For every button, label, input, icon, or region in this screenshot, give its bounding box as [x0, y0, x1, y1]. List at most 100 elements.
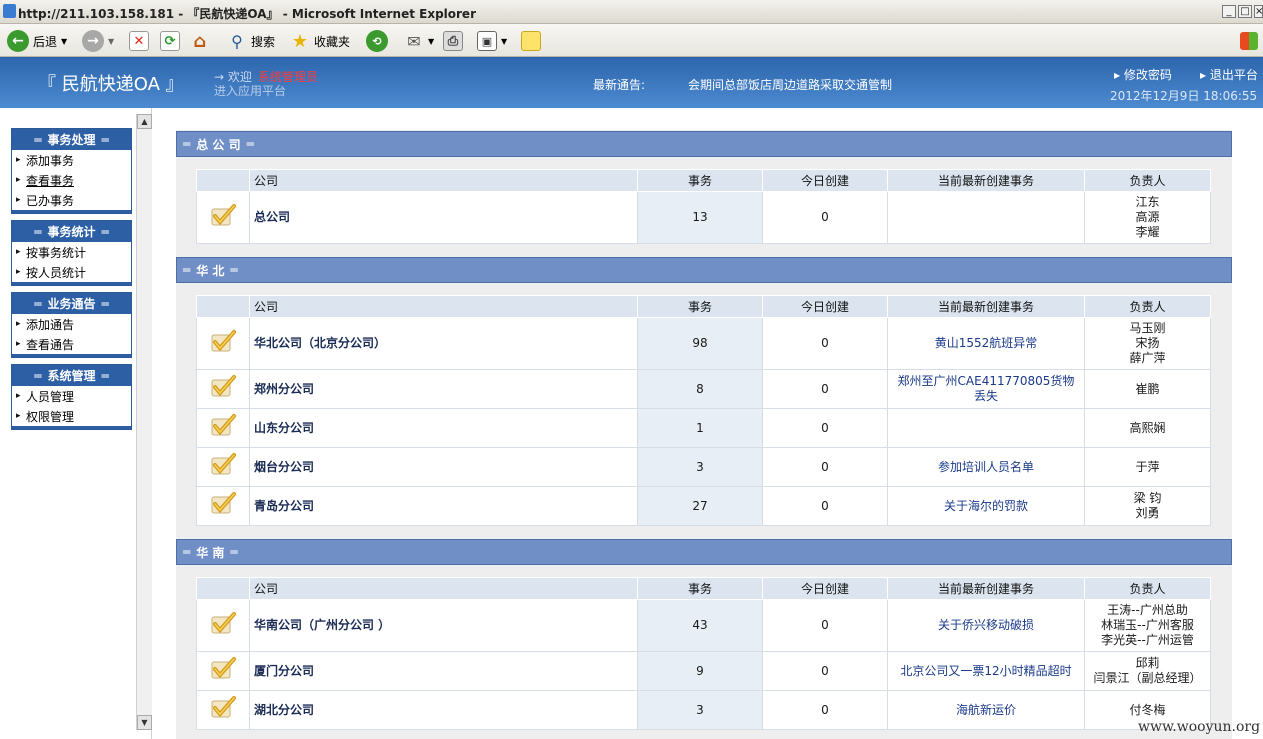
- owner-name: 李光英--广州运管: [1101, 633, 1194, 647]
- home-button[interactable]: ⌂: [190, 29, 210, 53]
- bar-decor-icon: ═: [230, 545, 238, 559]
- menu-item-add-affair[interactable]: 添加事务: [12, 150, 131, 170]
- windows-flag-icon: [1240, 32, 1258, 50]
- checkmark-icon: [209, 695, 237, 721]
- menu-item-add-notice[interactable]: 添加通告: [12, 314, 131, 334]
- column-header: 事务: [637, 577, 763, 600]
- owner-name: 梁 钧: [1133, 491, 1162, 505]
- table-header-row: 公司 事务 今日创建 当前最新创建事务 负责人: [196, 577, 1211, 600]
- dropdown-arrow-icon: ▼: [108, 36, 115, 46]
- company-name-link[interactable]: 总公司: [249, 191, 638, 244]
- owner-name: 宋扬: [1135, 336, 1160, 350]
- company-name-link[interactable]: 郑州分公司: [249, 369, 638, 409]
- notice-label: 最新通告:: [593, 78, 646, 92]
- menu-item-permissions[interactable]: 权限管理: [12, 406, 131, 426]
- latest-affair-link[interactable]: [887, 191, 1085, 244]
- row-icon-cell: [196, 317, 250, 370]
- company-name-link[interactable]: 烟台分公司: [249, 447, 638, 487]
- mail-button[interactable]: ✉ ▼: [404, 29, 434, 53]
- section-title: 华 南: [196, 545, 225, 560]
- menu-item-done-affair[interactable]: 已办事务: [12, 190, 131, 210]
- row-icon-cell: [196, 599, 250, 652]
- app-header: 『 民航快递OA 』 → 欢迎 系统管理员 进入应用平台 最新通告: 会期间总部饭…: [0, 57, 1263, 108]
- enter-platform-link[interactable]: 进入应用平台: [214, 82, 286, 99]
- company-name-link[interactable]: 厦门分公司: [249, 651, 638, 691]
- mail-icon: ✉: [407, 31, 421, 51]
- row-icon-cell: [196, 408, 250, 448]
- row-icon-cell: [196, 369, 250, 409]
- minimize-button[interactable]: _: [1222, 5, 1236, 18]
- owner-list: 江东 高源 李耀: [1084, 191, 1211, 244]
- checkmark-icon: [209, 374, 237, 400]
- print-button[interactable]: ⎙: [443, 29, 463, 53]
- back-button[interactable]: ← 后退 ▼: [7, 29, 67, 53]
- search-button[interactable]: ⚲ 搜索: [227, 29, 275, 53]
- menu-system: ═系统管理═ 人员管理 权限管理: [11, 364, 132, 430]
- company-name-link[interactable]: 青岛分公司: [249, 486, 638, 526]
- notes-button[interactable]: [521, 29, 541, 53]
- today-created: 0: [762, 486, 888, 526]
- maximize-button[interactable]: □: [1238, 5, 1252, 18]
- company-name-link[interactable]: 湖北分公司: [249, 690, 638, 730]
- table-row: 郑州分公司 8 0 郑州至广州CAE411770805货物丢失 崔鹏: [196, 369, 1211, 409]
- table-row: 厦门分公司 9 0 北京公司又一票12小时精品超时 邱莉 闫景江（副总经理）: [196, 651, 1211, 691]
- company-name-link[interactable]: 山东分公司: [249, 408, 638, 448]
- favorites-button[interactable]: ★ 收藏夹: [290, 29, 350, 53]
- scroll-down-icon[interactable]: ▼: [137, 715, 152, 730]
- section-title: 总 公 司: [196, 137, 241, 152]
- latest-affair-link[interactable]: 郑州至广州CAE411770805货物丢失: [887, 369, 1085, 409]
- affair-count: 98: [637, 317, 763, 370]
- latest-affair-link[interactable]: 关于海尔的罚款: [887, 486, 1085, 526]
- company-name-link[interactable]: 华南公司（广州分公司 ）: [249, 599, 638, 652]
- menu-item-users[interactable]: 人员管理: [12, 386, 131, 406]
- menu-item-view-affair[interactable]: 查看事务: [12, 170, 131, 190]
- edit-button[interactable]: ▣ ▼: [477, 29, 507, 53]
- latest-affair-link[interactable]: 黄山1552航班异常: [887, 317, 1085, 370]
- stop-button[interactable]: ✕: [129, 29, 149, 53]
- window-title: http://211.103.158.181 - 『民航快递OA』 - Micr…: [18, 7, 476, 21]
- menu-affairs: ═事务处理═ 添加事务 查看事务 已办事务: [11, 128, 132, 214]
- section-title-bar: ═ 华 南 ═: [176, 539, 1232, 565]
- menu-item-by-affair[interactable]: 按事务统计: [12, 242, 131, 262]
- main-scrollbar[interactable]: [1252, 108, 1263, 739]
- menu-item-view-notice[interactable]: 查看通告: [12, 334, 131, 354]
- column-header: 今日创建: [762, 295, 888, 318]
- company-name-link[interactable]: 华北公司（北京分公司）: [249, 317, 638, 370]
- menu-item-by-person[interactable]: 按人员统计: [12, 262, 131, 282]
- windows-logo: [1240, 29, 1258, 53]
- affair-count: 8: [637, 369, 763, 409]
- latest-affair-link[interactable]: [887, 408, 1085, 448]
- app-brand: 『 民航快递OA 』: [38, 74, 184, 95]
- menu-header: ═ 业务通告 ═: [12, 293, 131, 314]
- today-created: 0: [762, 447, 888, 487]
- latest-affair-link[interactable]: 关于侨兴移动破损: [887, 599, 1085, 652]
- section-title-bar: ═ 华 北 ═: [176, 257, 1232, 283]
- change-password-link[interactable]: ▸ 修改密码: [1114, 66, 1172, 83]
- column-header: 当前最新创建事务: [887, 295, 1085, 318]
- notice-marquee[interactable]: 会期间总部饭店周边道路采取交通管制: [688, 76, 892, 93]
- close-button[interactable]: ×: [1254, 5, 1263, 18]
- bar-decor-icon: ═: [230, 263, 238, 277]
- back-label: 后退: [33, 34, 58, 49]
- scroll-up-icon[interactable]: ▲: [137, 114, 152, 129]
- owner-name: 王涛--广州总助: [1107, 603, 1188, 617]
- row-icon-cell: [196, 486, 250, 526]
- row-icon-cell: [196, 690, 250, 730]
- dropdown-arrow-icon: ▼: [61, 36, 68, 46]
- table-row: 青岛分公司 27 0 关于海尔的罚款梁 钧刘勇: [196, 486, 1211, 526]
- history-button[interactable]: ⟲: [366, 29, 388, 53]
- forward-button[interactable]: → ▼: [82, 29, 114, 53]
- table-row: 湖北分公司 3 0 海航新运价 付冬梅: [196, 690, 1211, 730]
- star-icon: ★: [291, 30, 309, 52]
- logout-link[interactable]: ▸ 退出平台: [1200, 66, 1258, 83]
- latest-affair-link[interactable]: 参加培训人员名单: [887, 447, 1085, 487]
- latest-affair-link[interactable]: 海航新运价: [887, 690, 1085, 730]
- sidebar-scrollbar[interactable]: ▲ ▼: [136, 114, 152, 730]
- refresh-button[interactable]: ⟳: [160, 29, 180, 53]
- search-icon: ⚲: [231, 31, 243, 51]
- latest-affair-link[interactable]: 北京公司又一票12小时精品超时: [887, 651, 1085, 691]
- section-title-bar: ═ 总 公 司 ═: [176, 131, 1232, 157]
- forward-arrow-icon: →: [82, 30, 104, 52]
- home-icon: ⌂: [193, 30, 207, 52]
- note-icon: [521, 31, 541, 51]
